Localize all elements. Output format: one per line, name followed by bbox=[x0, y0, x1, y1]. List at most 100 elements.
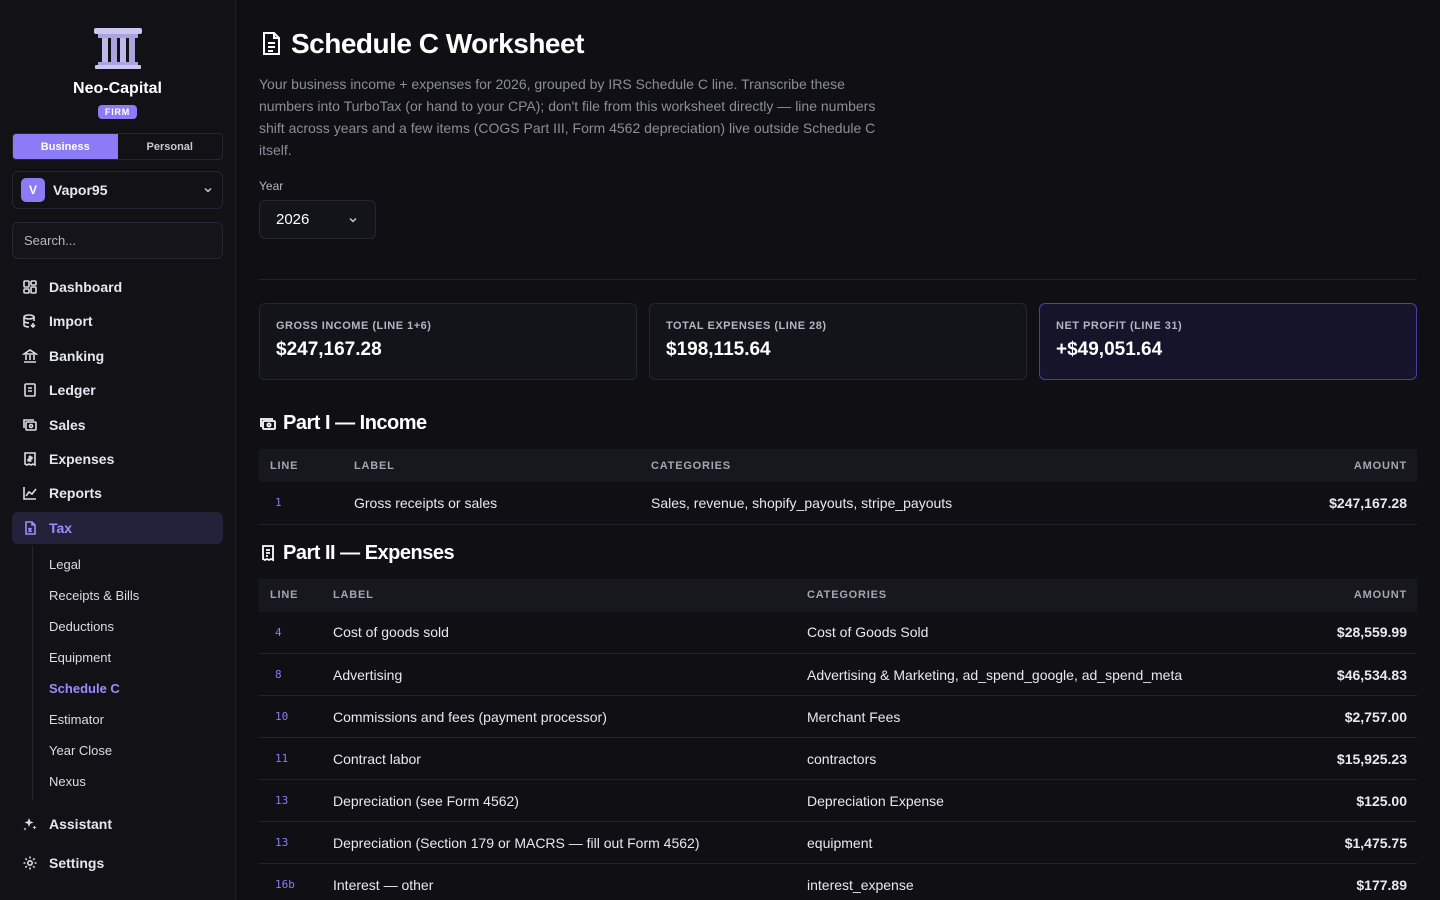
section-title-text: Part II — Expenses bbox=[283, 541, 455, 564]
card-label: TOTAL EXPENSES (LINE 28) bbox=[666, 320, 827, 332]
table-row[interactable]: 1 Gross receipts or sales Sales, revenue… bbox=[259, 482, 1417, 525]
nav-label: Banking bbox=[49, 347, 105, 364]
card-value: $247,167.28 bbox=[276, 339, 382, 360]
line-amount: $125.00 bbox=[1301, 779, 1417, 822]
workspace-name: Vapor95 bbox=[53, 182, 108, 198]
page-title: Schedule C Worksheet bbox=[259, 28, 1417, 60]
table-header-row: LINE LABEL CATEGORIES AMOUNT bbox=[259, 449, 1417, 482]
table-row[interactable]: 13 Depreciation (see Form 4562) Deprecia… bbox=[259, 779, 1417, 822]
line-label: Contract labor bbox=[322, 737, 796, 780]
nav-label: Import bbox=[49, 313, 93, 330]
section-title-text: Part I — Income bbox=[283, 412, 427, 434]
table-row[interactable]: 11 Contract labor contractors $15,925.23 bbox=[259, 737, 1417, 780]
main-content: Schedule C Worksheet Your business incom… bbox=[236, 0, 1440, 900]
receipt-icon bbox=[262, 545, 274, 562]
sales-icon bbox=[23, 418, 37, 431]
nav-label: Expenses bbox=[49, 450, 115, 467]
mode-personal-tab[interactable]: Personal bbox=[118, 134, 223, 159]
nav-item-dashboard[interactable]: Dashboard bbox=[12, 271, 223, 303]
line-amount: $2,757.00 bbox=[1301, 695, 1417, 738]
line-number: 8 bbox=[259, 653, 322, 696]
nav-item-assistant[interactable]: Assistant bbox=[12, 806, 223, 842]
gear-icon bbox=[23, 856, 37, 870]
table-row[interactable]: 4 Cost of goods sold Cost of Goods Sold … bbox=[259, 611, 1417, 654]
line-categories: Cost of Goods Sold bbox=[796, 611, 1302, 654]
table-row[interactable]: 10 Commissions and fees (payment process… bbox=[259, 695, 1417, 738]
chevron-down-icon bbox=[204, 187, 212, 193]
subnav-item-year-close[interactable]: Year Close bbox=[33, 735, 223, 766]
workspace-avatar: V bbox=[21, 178, 45, 202]
subnav-item-schedule-c[interactable]: Schedule C bbox=[33, 673, 223, 704]
nav-item-ledger[interactable]: Ledger bbox=[12, 374, 223, 406]
nav-label: Tax bbox=[49, 519, 73, 536]
line-number: 4 bbox=[259, 611, 322, 654]
nav-item-reports[interactable]: Reports bbox=[12, 477, 223, 509]
nav-item-banking[interactable]: Banking bbox=[12, 340, 223, 372]
nav-item-tax[interactable]: Tax bbox=[12, 511, 223, 544]
line-label: Commissions and fees (payment processor) bbox=[322, 695, 796, 738]
dashboard-icon bbox=[23, 280, 37, 294]
brand-name: Neo-Capital bbox=[73, 80, 162, 97]
col-amount: AMOUNT bbox=[1234, 449, 1417, 482]
col-categories: CATEGORIES bbox=[640, 449, 1235, 482]
gross-income-card: GROSS INCOME (LINE 1+6) $247,167.28 bbox=[259, 303, 637, 380]
line-categories: Depreciation Expense bbox=[796, 779, 1302, 822]
workspace-switcher[interactable]: V Vapor95 bbox=[12, 171, 223, 209]
year-label: Year bbox=[259, 179, 284, 193]
line-label: Cost of goods sold bbox=[322, 611, 796, 654]
line-amount: $28,559.99 bbox=[1301, 611, 1417, 654]
tax-subnav: Legal Receipts & Bills Deductions Equipm… bbox=[32, 546, 223, 801]
receipt-icon bbox=[24, 452, 36, 467]
line-amount: $15,925.23 bbox=[1301, 737, 1417, 780]
table-row[interactable]: 8 Advertising Advertising & Marketing, a… bbox=[259, 653, 1417, 696]
ledger-icon bbox=[24, 383, 36, 397]
subnav-item-nexus[interactable]: Nexus bbox=[33, 766, 223, 797]
card-label: GROSS INCOME (LINE 1+6) bbox=[276, 320, 432, 332]
search-input[interactable] bbox=[12, 222, 223, 259]
subnav-item-receipts-bills[interactable]: Receipts & Bills bbox=[33, 580, 223, 611]
line-categories: contractors bbox=[796, 737, 1302, 780]
nav-item-import[interactable]: Import bbox=[12, 305, 223, 337]
cash-icon bbox=[260, 417, 276, 430]
mode-business-tab[interactable]: Business bbox=[13, 134, 118, 159]
card-label: NET PROFIT (LINE 31) bbox=[1056, 320, 1183, 332]
line-categories: Advertising & Marketing, ad_spend_google… bbox=[796, 653, 1302, 696]
nav-label: Ledger bbox=[49, 382, 96, 399]
year-value: 2026 bbox=[276, 211, 310, 228]
subnav-item-legal[interactable]: Legal bbox=[33, 549, 223, 580]
col-label: LABEL bbox=[343, 449, 640, 482]
nav-item-settings[interactable]: Settings bbox=[12, 845, 223, 881]
income-table: LINE LABEL CATEGORIES AMOUNT 1 Gross rec… bbox=[259, 449, 1417, 525]
subnav-item-deductions[interactable]: Deductions bbox=[33, 611, 223, 642]
line-categories: equipment bbox=[796, 821, 1302, 864]
line-number: 13 bbox=[259, 821, 322, 864]
col-categories: CATEGORIES bbox=[796, 578, 1302, 612]
year-select[interactable]: 2026 bbox=[259, 200, 376, 239]
summary-cards: GROSS INCOME (LINE 1+6) $247,167.28 TOTA… bbox=[259, 303, 1417, 380]
line-number: 1 bbox=[259, 482, 343, 525]
line-label: Depreciation (Section 179 or MACRS — fil… bbox=[322, 821, 796, 864]
line-categories: Merchant Fees bbox=[796, 695, 1302, 738]
tax-icon bbox=[25, 520, 36, 535]
subnav-item-equipment[interactable]: Equipment bbox=[33, 642, 223, 673]
nav-item-expenses[interactable]: Expenses bbox=[12, 443, 223, 475]
col-line: LINE bbox=[259, 449, 343, 482]
line-amount: $1,475.75 bbox=[1301, 821, 1417, 864]
page-title-text: Schedule C Worksheet bbox=[291, 28, 584, 59]
line-number: 13 bbox=[259, 779, 322, 822]
total-expenses-card: TOTAL EXPENSES (LINE 28) $198,115.64 bbox=[649, 303, 1027, 380]
nav-item-sales[interactable]: Sales bbox=[12, 409, 223, 441]
column-logo-icon bbox=[93, 28, 142, 69]
line-number: 16b bbox=[259, 863, 322, 900]
net-profit-card: NET PROFIT (LINE 31) +$49,051.64 bbox=[1039, 303, 1417, 380]
expenses-table: LINE LABEL CATEGORIES AMOUNT 4 Cost of g… bbox=[259, 578, 1417, 900]
bottom-nav: Assistant Settings bbox=[12, 806, 223, 880]
table-row[interactable]: 16b Interest — other interest_expense $1… bbox=[259, 863, 1417, 900]
nav-label: Sales bbox=[49, 416, 86, 433]
line-amount: $247,167.28 bbox=[1234, 482, 1417, 525]
table-row[interactable]: 13 Depreciation (Section 179 or MACRS — … bbox=[259, 821, 1417, 864]
subnav-item-estimator[interactable]: Estimator bbox=[33, 704, 223, 735]
nav-label: Dashboard bbox=[49, 279, 123, 295]
plan-badge: FIRM bbox=[97, 105, 138, 119]
card-value: +$49,051.64 bbox=[1056, 339, 1163, 360]
